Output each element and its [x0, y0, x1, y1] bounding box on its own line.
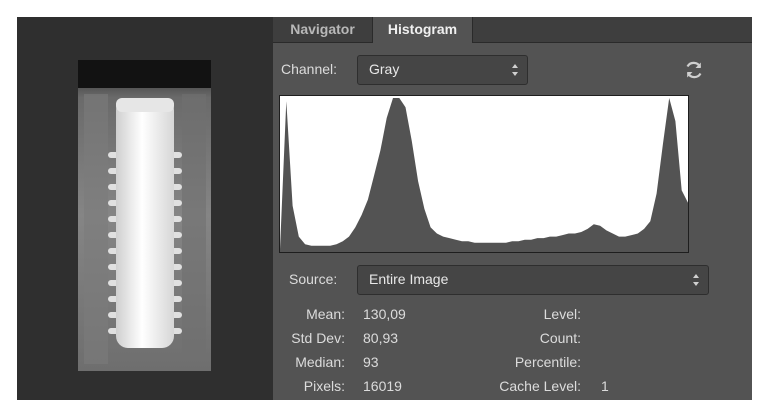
histogram-panel: Navigator Histogram Channel: Gray Source…	[273, 17, 752, 400]
up-down-arrows-icon	[512, 64, 518, 76]
histogram-graph	[279, 95, 689, 253]
cache-level-label: Cache Level:	[499, 378, 581, 394]
image-preview-pane	[17, 17, 273, 400]
source-label: Source:	[289, 271, 338, 287]
histogram-plot	[280, 96, 688, 252]
tab-histogram[interactable]: Histogram	[372, 17, 473, 43]
count-label: Count:	[539, 330, 581, 346]
source-select[interactable]: Entire Image	[357, 265, 709, 295]
channel-label: Channel:	[281, 61, 338, 77]
median-label: Median:	[295, 354, 345, 370]
pixels-value: 16019	[363, 378, 402, 394]
median-value: 93	[363, 354, 379, 370]
source-value: Entire Image	[369, 271, 449, 287]
refresh-icon[interactable]	[683, 59, 705, 81]
up-down-arrows-icon	[693, 274, 699, 286]
screenshot-frame: Navigator Histogram Channel: Gray Source…	[17, 17, 752, 400]
mean-label: Mean:	[306, 306, 345, 322]
tab-navigator[interactable]: Navigator	[273, 17, 372, 42]
channel-value: Gray	[369, 61, 400, 77]
navigator-thumbnail	[78, 60, 211, 371]
std-dev-value: 80,93	[363, 330, 399, 346]
pixels-label: Pixels:	[303, 378, 345, 394]
channel-select[interactable]: Gray	[357, 55, 528, 85]
percentile-label: Percentile:	[514, 354, 581, 370]
panel-tab-bar: Navigator Histogram	[273, 17, 752, 43]
std-dev-label: Std Dev:	[291, 330, 345, 346]
mean-value: 130,09	[363, 306, 406, 322]
cache-level-value: 1	[601, 378, 609, 394]
level-label: Level:	[543, 306, 581, 322]
dental-implant-xray-image	[78, 60, 211, 371]
